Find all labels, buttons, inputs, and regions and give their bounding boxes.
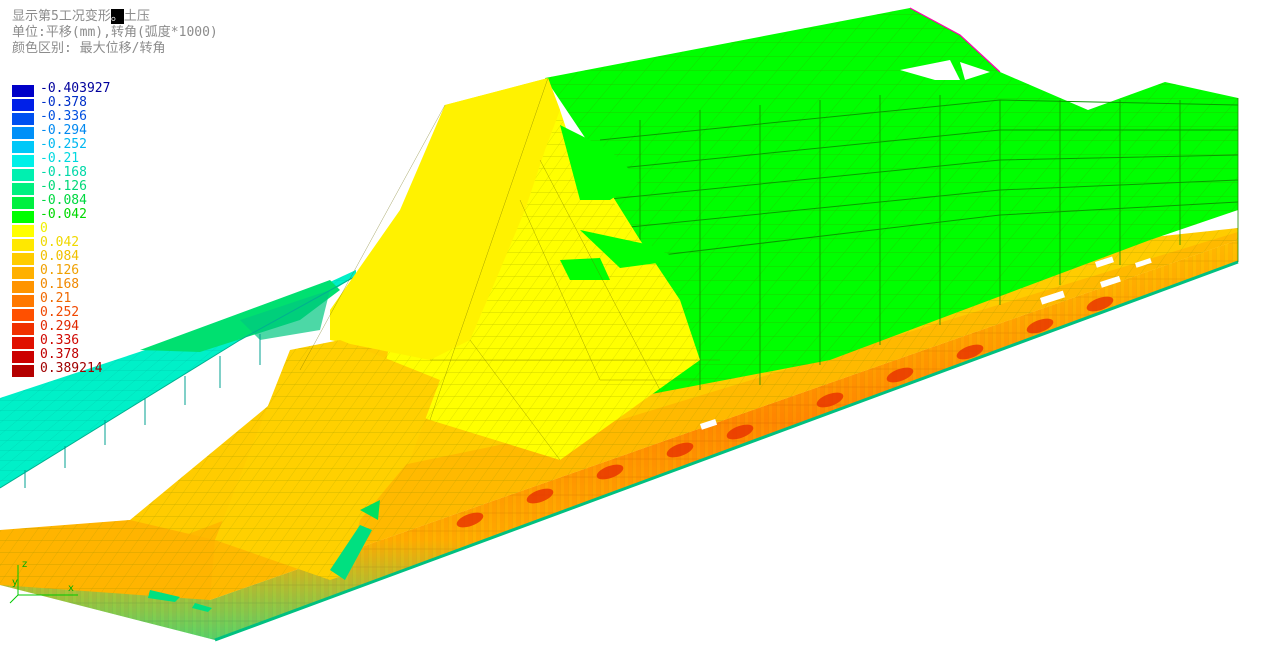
legend-swatch bbox=[12, 253, 34, 265]
legend-swatch bbox=[12, 267, 34, 279]
legend-label: -0.336 bbox=[40, 109, 87, 124]
legend-label: -0.21 bbox=[40, 151, 80, 166]
legend-swatch bbox=[12, 169, 34, 181]
legend-swatch bbox=[12, 99, 34, 111]
legend-label: -0.042 bbox=[40, 207, 87, 222]
legend-swatch bbox=[12, 211, 34, 223]
legend-label: 0.084 bbox=[40, 249, 80, 264]
color-legend: -0.403927 -0.378 -0.336 -0.294 -0.252 -0.21 -0… bbox=[12, 81, 142, 377]
legend-label: 0.378 bbox=[40, 347, 80, 362]
model-viewport[interactable]: 显示第5工况变形。土压 单位:平移(mm),转角(弧度*1000) 颜色区别: … bbox=[0, 0, 1288, 647]
legend-label: -0.084 bbox=[40, 193, 87, 208]
legend-label: 0.042 bbox=[40, 235, 80, 250]
legend-label: 0.389214 bbox=[40, 361, 103, 376]
legend-swatch bbox=[12, 225, 34, 237]
legend-label: -0.168 bbox=[40, 165, 87, 180]
legend-label: -0.252 bbox=[40, 137, 87, 152]
legend-label: -0.126 bbox=[40, 179, 87, 194]
legend-label: 0 bbox=[40, 221, 48, 236]
legend-swatch bbox=[12, 85, 34, 97]
legend-swatch bbox=[12, 155, 34, 167]
color-mode-line: 颜色区别: 最大位移/转角 bbox=[12, 41, 166, 56]
axis-x-label: x bbox=[68, 583, 74, 594]
legend-label: -0.378 bbox=[40, 95, 87, 110]
legend-row: -0.042 bbox=[12, 207, 142, 223]
legend-swatch bbox=[12, 197, 34, 209]
legend-swatch bbox=[12, 141, 34, 153]
legend-label: 0.168 bbox=[40, 277, 80, 292]
legend-row: 0.389214 bbox=[12, 361, 142, 377]
legend-swatch bbox=[12, 323, 34, 335]
legend-label: 0.21 bbox=[40, 291, 72, 306]
info-header: 显示第5工况变形。土压 单位:平移(mm),转角(弧度*1000) 颜色区别: … bbox=[12, 9, 218, 57]
axis-y-label: y bbox=[12, 577, 18, 588]
legend-swatch bbox=[12, 183, 34, 195]
legend-swatch bbox=[12, 127, 34, 139]
legend-swatch bbox=[12, 337, 34, 349]
legend-label: -0.294 bbox=[40, 123, 87, 138]
legend-swatch bbox=[12, 239, 34, 251]
legend-label: 0.336 bbox=[40, 333, 80, 348]
legend-label: -0.403927 bbox=[40, 81, 111, 96]
axis-triad-icon: z x y bbox=[9, 559, 78, 604]
legend-swatch bbox=[12, 365, 34, 377]
load-case-title: 显示第5工况变形。土压 bbox=[12, 9, 150, 24]
unit-line: 单位:平移(mm),转角(弧度*1000) bbox=[12, 25, 218, 40]
legend-swatch bbox=[12, 295, 34, 307]
legend-label: 0.294 bbox=[40, 319, 80, 334]
legend-swatch bbox=[12, 281, 34, 293]
structure-deformation-view[interactable] bbox=[0, 0, 1288, 647]
legend-swatch bbox=[12, 351, 34, 363]
legend-swatch bbox=[12, 309, 34, 321]
legend-row: 0.168 bbox=[12, 277, 142, 293]
legend-label: 0.252 bbox=[40, 305, 80, 320]
legend-swatch bbox=[12, 113, 34, 125]
legend-label: 0.126 bbox=[40, 263, 80, 278]
axis-z-label: z bbox=[22, 559, 27, 570]
